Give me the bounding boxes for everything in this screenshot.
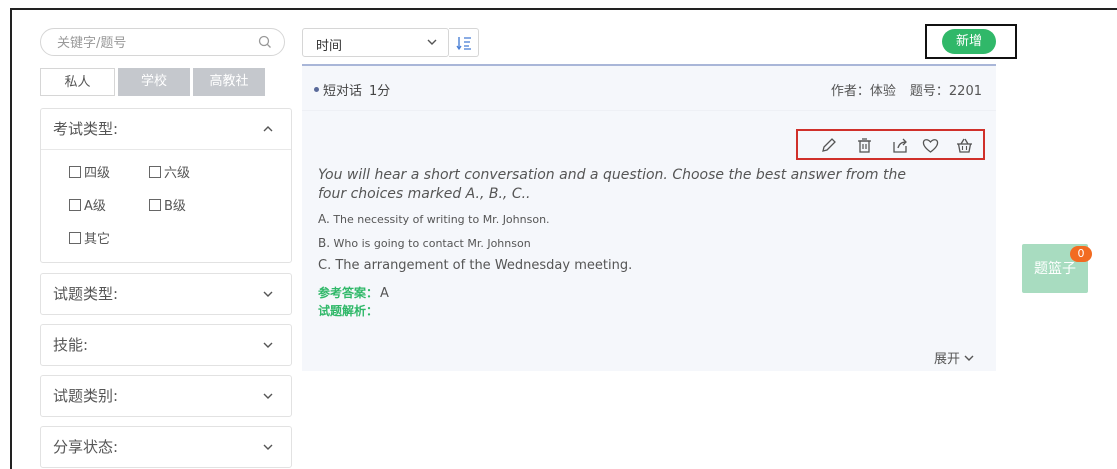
question-analysis-label: 试题解析：	[318, 304, 379, 318]
sort-select-value: 时间	[316, 39, 343, 54]
filter-exam-type-options: 四级 六级 A级 B级 其它	[41, 149, 291, 270]
chevron-down-icon[interactable]	[263, 289, 273, 299]
checkbox-level-b[interactable]: B级	[149, 195, 186, 214]
checkbox-cet4[interactable]: 四级	[69, 162, 110, 181]
reference-answer-value: A	[380, 286, 389, 301]
chevron-down-icon[interactable]	[263, 340, 273, 350]
filter-exam-type: 考试类型: 四级 六级 A级 B级 其它	[40, 108, 292, 263]
option-text: Who is going to contact Mr. Johnson	[333, 237, 531, 250]
checkbox-label: B级	[164, 199, 186, 214]
option-text: The arrangement of the Wednesday meeting…	[335, 258, 633, 273]
chevron-up-icon[interactable]	[263, 124, 273, 134]
filter-skill-label: 技能:	[53, 336, 89, 354]
basket-count-badge: 0	[1070, 246, 1092, 262]
chevron-down-icon[interactable]	[263, 391, 273, 401]
bullet-icon	[314, 87, 319, 92]
chevron-down-icon	[427, 39, 437, 45]
checkbox-label: 四级	[84, 166, 111, 181]
expand-label: 展开	[934, 352, 961, 367]
checkbox-box[interactable]	[149, 165, 161, 178]
checkbox-box[interactable]	[149, 198, 161, 211]
tab-private[interactable]: 私人	[40, 68, 115, 96]
option-b: B. Who is going to contact Mr. Johnson	[318, 236, 531, 250]
source-tabs: 私人 学校 高教社	[40, 68, 265, 96]
checkbox-label: A级	[84, 199, 106, 214]
question-card-header: 短对话 1分 作者：体验 题号：2201	[302, 66, 996, 111]
question-number: 题号：2201	[909, 84, 982, 99]
checkbox-label: 六级	[164, 166, 191, 181]
sort-select[interactable]: 时间	[302, 28, 449, 57]
question-card: 短对话 1分 作者：体验 题号：2201 You will hear a sho…	[302, 64, 996, 371]
tab-publisher[interactable]: 高教社	[190, 68, 265, 96]
checkbox-other[interactable]: 其它	[69, 228, 110, 247]
basket-icon[interactable]	[956, 137, 973, 154]
checkbox-level-a[interactable]: A级	[69, 195, 106, 214]
checkbox-label: 其它	[84, 232, 111, 247]
sort-order-button[interactable]	[449, 28, 479, 57]
filter-category-label: 试题类别:	[53, 387, 119, 405]
favorite-heart-icon[interactable]	[922, 137, 939, 154]
option-key: C.	[318, 258, 332, 273]
checkbox-box[interactable]	[69, 165, 81, 178]
filter-exam-type-label: 考试类型:	[53, 120, 119, 138]
question-basket-button[interactable]: 题篮子 0	[1022, 244, 1092, 293]
question-score: 1分	[369, 84, 391, 99]
chevron-down-icon	[964, 355, 974, 361]
search-input[interactable]	[55, 33, 249, 53]
checkbox-box[interactable]	[69, 231, 81, 244]
question-prompt: You will hear a short conversation and a…	[318, 167, 906, 202]
checkbox-box[interactable]	[69, 198, 81, 211]
share-icon[interactable]	[892, 137, 909, 154]
filter-share-status[interactable]: 分享状态:	[40, 426, 292, 468]
expand-button[interactable]: 展开	[934, 348, 974, 367]
option-c: C. The arrangement of the Wednesday meet…	[318, 258, 632, 273]
filter-question-type-label: 试题类型:	[53, 285, 119, 303]
edit-icon[interactable]	[820, 137, 837, 154]
reference-answer-label: 参考答案：	[318, 286, 379, 300]
add-button[interactable]: 新增	[942, 29, 996, 54]
filter-question-type[interactable]: 试题类型:	[40, 273, 292, 315]
question-author: 作者：体验	[830, 84, 896, 99]
question-type-label: 短对话	[323, 84, 363, 99]
filter-skill[interactable]: 技能:	[40, 324, 292, 366]
sort-order-icon	[456, 37, 471, 51]
option-key: A.	[318, 212, 330, 226]
filter-share-status-label: 分享状态:	[53, 438, 119, 456]
tab-school[interactable]: 学校	[115, 68, 190, 96]
chevron-down-icon[interactable]	[263, 442, 273, 452]
question-actions	[796, 129, 985, 160]
reference-answer: 参考答案： A	[318, 284, 389, 301]
option-key: B.	[318, 236, 331, 250]
filter-exam-type-header[interactable]: 考试类型:	[41, 109, 291, 149]
option-text: The necessity of writing to Mr. Johnson.	[333, 213, 550, 226]
question-meta: 作者：体验 题号：2201	[831, 80, 982, 99]
search-box[interactable]	[40, 28, 285, 56]
option-a: A. The necessity of writing to Mr. Johns…	[318, 212, 550, 226]
checkbox-cet6[interactable]: 六级	[149, 162, 190, 181]
question-type: 短对话 1分	[314, 80, 390, 99]
search-icon[interactable]	[258, 35, 272, 49]
delete-icon[interactable]	[856, 137, 873, 154]
filter-category[interactable]: 试题类别:	[40, 375, 292, 417]
